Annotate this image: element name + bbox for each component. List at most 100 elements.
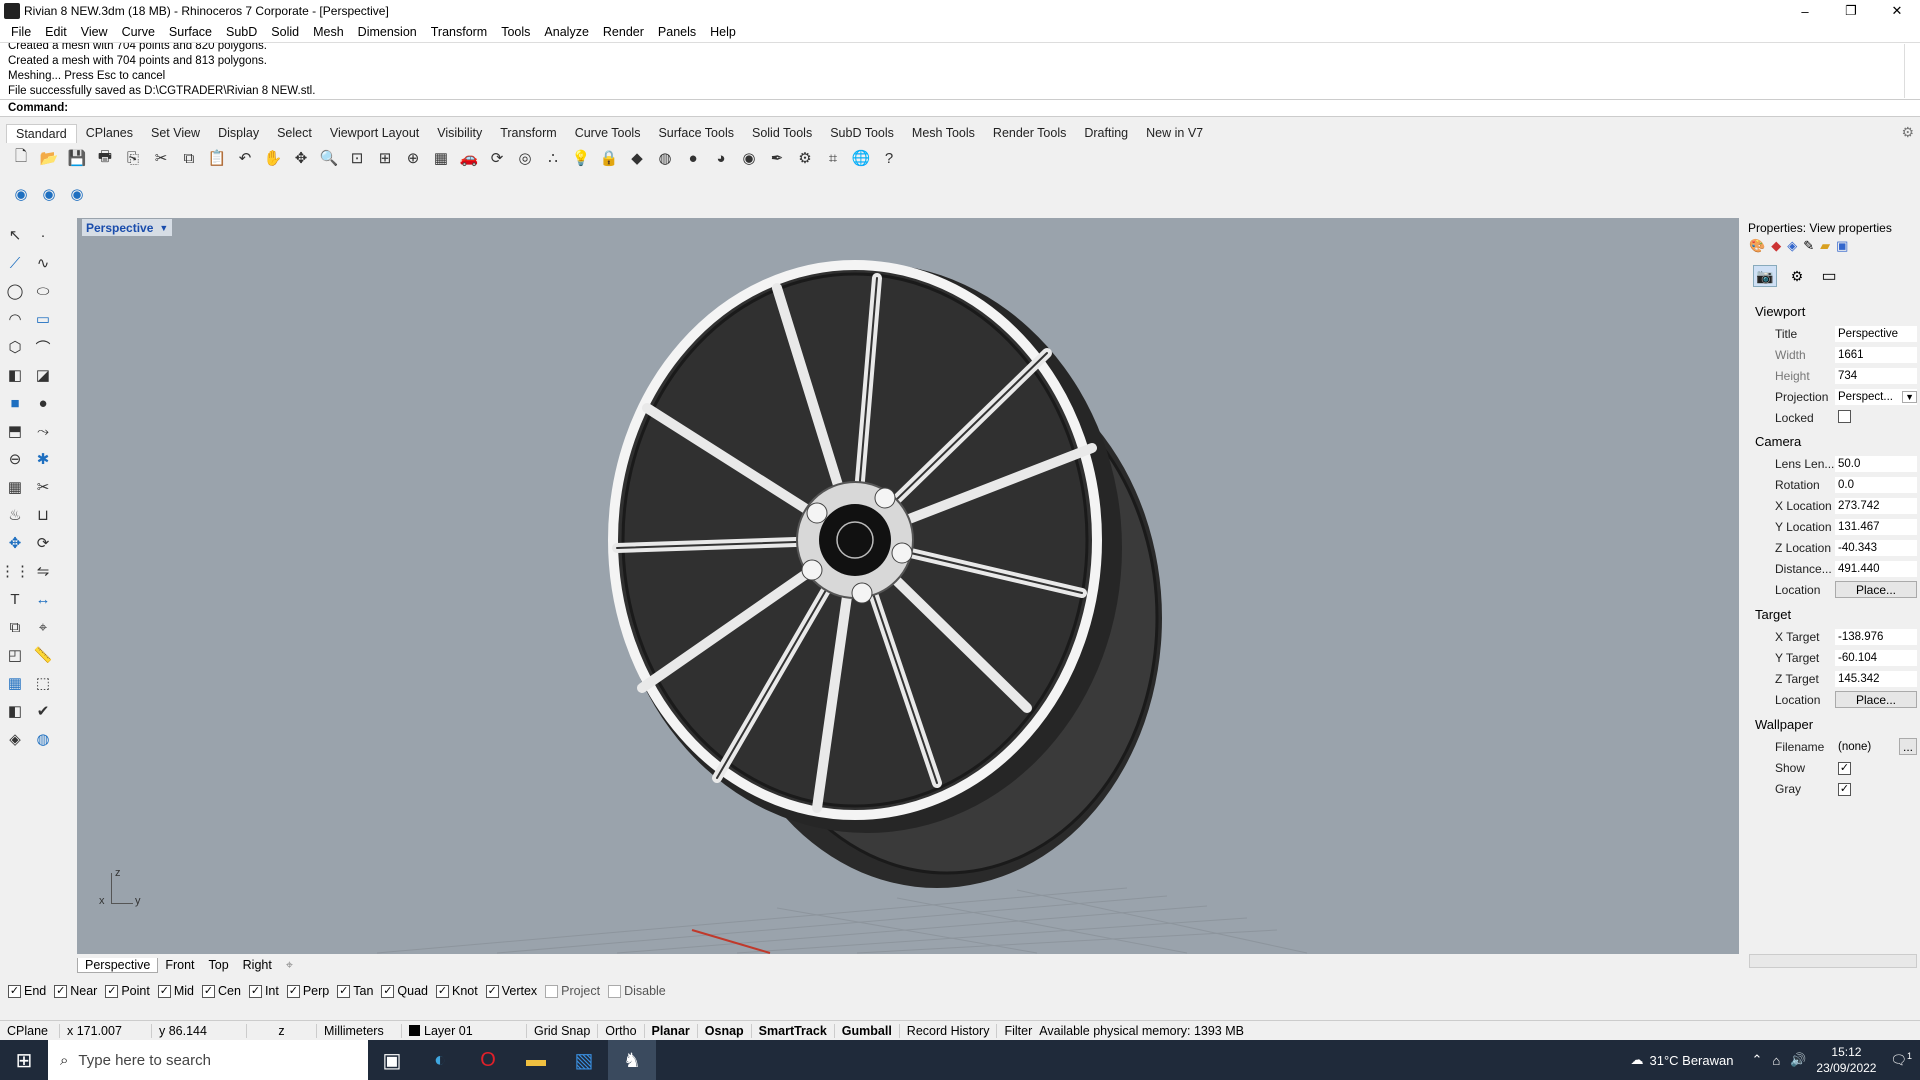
y-location-value[interactable]: 131.467 <box>1835 518 1917 535</box>
osnap-point[interactable]: ✓ Point <box>105 984 150 998</box>
rotate-icon[interactable]: ⟳ <box>486 147 508 169</box>
tab-curve-tools[interactable]: Curve Tools <box>566 124 650 142</box>
osnap-checkbox[interactable] <box>608 984 622 998</box>
tab-drafting[interactable]: Drafting <box>1075 124 1137 142</box>
osnap-checkbox[interactable]: ✓ <box>337 984 351 998</box>
save-icon[interactable]: 💾 <box>66 147 88 169</box>
z-location-value[interactable]: -40.343 <box>1835 539 1917 556</box>
status-layer[interactable]: Layer 01 <box>402 1023 527 1038</box>
extrude-icon[interactable]: ⬒ <box>4 420 26 442</box>
tab-render-tools[interactable]: Render Tools <box>984 124 1075 142</box>
dropdown-arrow-icon[interactable]: ▼ <box>159 223 168 233</box>
menu-subd[interactable]: SubD <box>219 25 264 39</box>
add-viewport-icon[interactable]: ⌖ <box>279 958 300 973</box>
menu-dimension[interactable]: Dimension <box>351 25 424 39</box>
explode-icon[interactable]: ✱ <box>32 448 54 470</box>
menu-curve[interactable]: Curve <box>115 25 162 39</box>
sync-icon[interactable]: ◉ <box>38 183 60 205</box>
point-icon[interactable]: · <box>32 224 54 246</box>
points-icon[interactable]: ∴ <box>542 147 564 169</box>
menu-transform[interactable]: Transform <box>424 25 495 39</box>
render-sphere-icon[interactable]: ◉ <box>738 147 760 169</box>
lock-icon[interactable]: 🔒 <box>598 147 620 169</box>
tab-settings-gear-icon[interactable]: ⚙ <box>1901 124 1914 141</box>
distance-value[interactable]: 491.440 <box>1835 560 1917 577</box>
osnap-quad[interactable]: ✓ Quad <box>381 984 428 998</box>
vp-tab-front[interactable]: Front <box>158 958 201 972</box>
osnap-vertex[interactable]: ✓ Vertex <box>485 984 537 998</box>
grid-icon[interactable]: ▦ <box>430 147 452 169</box>
network-icon[interactable]: ⌂ <box>1772 1053 1780 1068</box>
menu-surface[interactable]: Surface <box>162 25 219 39</box>
osnap-disable[interactable]: Disable <box>608 984 666 998</box>
status-cplane[interactable]: CPlane <box>0 1023 60 1038</box>
tab-solid-tools[interactable]: Solid Tools <box>743 124 821 142</box>
tab-set-view[interactable]: Set View <box>142 124 209 142</box>
chevron-down-icon[interactable]: ▼ <box>1902 390 1917 403</box>
folder-icon[interactable]: ▰ <box>1820 238 1830 254</box>
ellipse-icon[interactable]: ⬭ <box>32 280 54 302</box>
check-icon[interactable]: ✔ <box>32 700 54 722</box>
move-icon[interactable]: ✥ <box>290 147 312 169</box>
object-icon[interactable]: ◈ <box>1787 238 1797 254</box>
sphere-icon[interactable]: ● <box>682 147 704 169</box>
pencil-icon[interactable]: ✎ <box>1803 238 1814 254</box>
osnap-checkbox[interactable]: ✓ <box>105 984 119 998</box>
target-icon[interactable]: ◎ <box>514 147 536 169</box>
history-scrollbar[interactable] <box>1904 44 1918 98</box>
material-tool-icon[interactable]: ◈ <box>4 728 26 750</box>
tab-select[interactable]: Select <box>268 124 321 142</box>
osnap-checkbox[interactable]: ✓ <box>381 984 395 998</box>
tab-cplanes[interactable]: CPlanes <box>77 124 142 142</box>
edge-icon[interactable]: ◐ <box>416 1040 464 1080</box>
block-icon[interactable]: ⬚ <box>32 672 54 694</box>
new-icon[interactable]: 🗋 <box>10 147 32 169</box>
copy-icon[interactable]: ⧉ <box>178 147 200 169</box>
osnap-end[interactable]: ✓ End <box>8 984 46 998</box>
color-wheel-icon[interactable]: 🎨 <box>1749 238 1765 254</box>
rotate-tool-icon[interactable]: ⟳ <box>32 532 54 554</box>
minimize-button[interactable]: – <box>1782 0 1828 22</box>
viewport-frame-icon[interactable]: ▭ <box>1817 265 1841 287</box>
circle-icon[interactable]: ◯ <box>4 280 26 302</box>
shaded-sphere-icon[interactable]: ◕ <box>710 147 732 169</box>
command-input[interactable] <box>72 102 1873 114</box>
vp-tab-right[interactable]: Right <box>236 958 279 972</box>
globe-icon[interactable]: 🌐 <box>850 147 872 169</box>
update-icon[interactable]: ◉ <box>10 183 32 205</box>
zoom-icon[interactable]: 🔍 <box>318 147 340 169</box>
task-view-icon[interactable]: ▣ <box>368 1040 416 1080</box>
opera-icon[interactable]: O <box>464 1040 512 1080</box>
help-icon[interactable]: ? <box>878 147 900 169</box>
tab-surface-tools[interactable]: Surface Tools <box>649 124 743 142</box>
measure-icon[interactable]: 📏 <box>32 644 54 666</box>
layers-icon[interactable]: ◧ <box>4 700 26 722</box>
sphere-tool-icon[interactable]: ● <box>32 392 54 414</box>
import-icon[interactable]: ⎘ <box>122 147 144 169</box>
notification-icon[interactable]: 🗨1 <box>1890 1051 1912 1068</box>
gumball-toggle[interactable]: Gumball <box>835 1023 900 1038</box>
osnap-perp[interactable]: ✓ Perp <box>286 984 329 998</box>
osnap-toggle[interactable]: Osnap <box>698 1023 752 1038</box>
settings-icon[interactable]: ⚙ <box>794 147 816 169</box>
planar-toggle[interactable]: Planar <box>645 1023 698 1038</box>
osnap-checkbox[interactable]: ✓ <box>436 984 449 998</box>
sweep-icon[interactable]: ⤳ <box>32 420 54 442</box>
file-explorer-icon[interactable]: ▬ <box>512 1040 560 1080</box>
surface-icon[interactable]: ◧ <box>4 364 26 386</box>
browse-button[interactable]: ... <box>1899 738 1917 755</box>
clock[interactable]: 15:12 23/09/2022 <box>1816 1044 1876 1076</box>
grid-array-icon[interactable]: ▦ <box>4 672 26 694</box>
record-history-toggle[interactable]: Record History <box>900 1023 998 1038</box>
select-icon[interactable]: ↖ <box>4 224 26 246</box>
viewport-title[interactable]: Perspective ▼ <box>82 219 173 236</box>
move-tool-icon[interactable]: ✥ <box>4 532 26 554</box>
osnap-checkbox[interactable]: ✓ <box>157 984 171 998</box>
print-icon[interactable]: 🖶 <box>94 147 116 169</box>
polygon-icon[interactable]: ⬡ <box>4 336 26 358</box>
open-icon[interactable]: 📂 <box>38 147 60 169</box>
menu-mesh[interactable]: Mesh <box>306 25 351 39</box>
color-wheel-icon[interactable]: ◍ <box>654 147 676 169</box>
locked-checkbox[interactable] <box>1838 409 1851 423</box>
tab-standard[interactable]: Standard <box>6 123 77 143</box>
